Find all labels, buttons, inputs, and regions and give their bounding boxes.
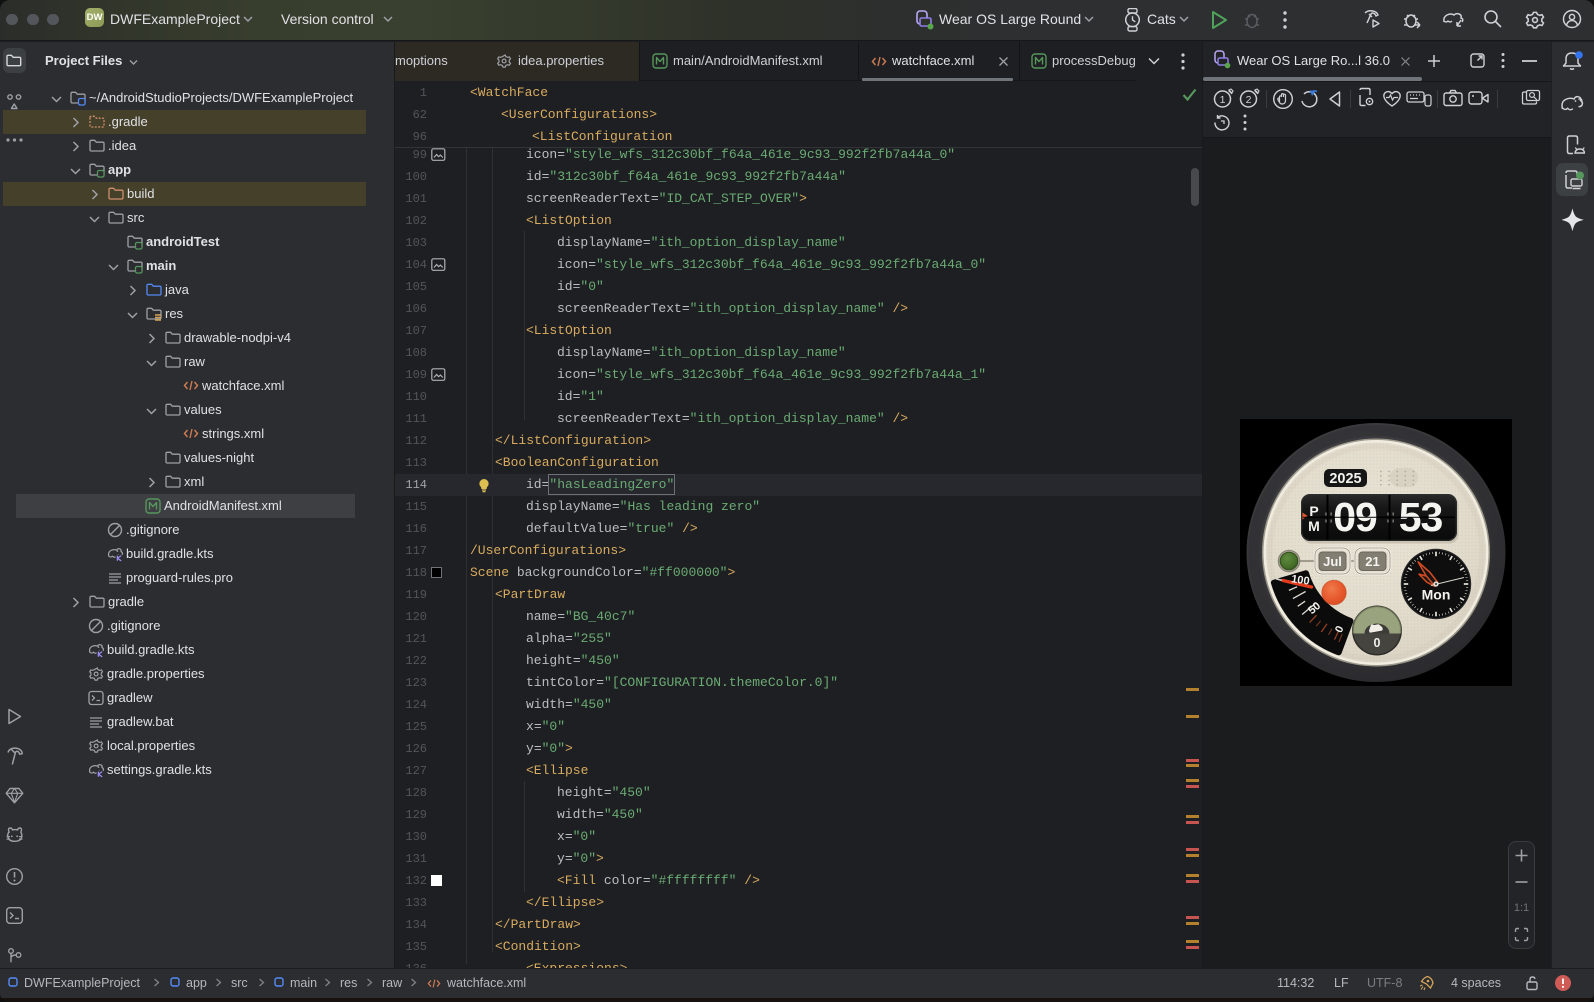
svg-text:M: M (1308, 518, 1320, 534)
svg-text:21: 21 (1365, 554, 1379, 569)
svg-text:1: 1 (1220, 94, 1226, 106)
svg-text:Mon: Mon (1422, 587, 1451, 603)
svg-text:0: 0 (1374, 636, 1381, 650)
svg-text:2025: 2025 (1329, 471, 1361, 487)
svg-text:P: P (1309, 503, 1318, 519)
svg-text:Jul: Jul (1323, 554, 1342, 569)
svg-text:100: 100 (1290, 573, 1310, 587)
svg-text:2: 2 (1246, 94, 1252, 106)
